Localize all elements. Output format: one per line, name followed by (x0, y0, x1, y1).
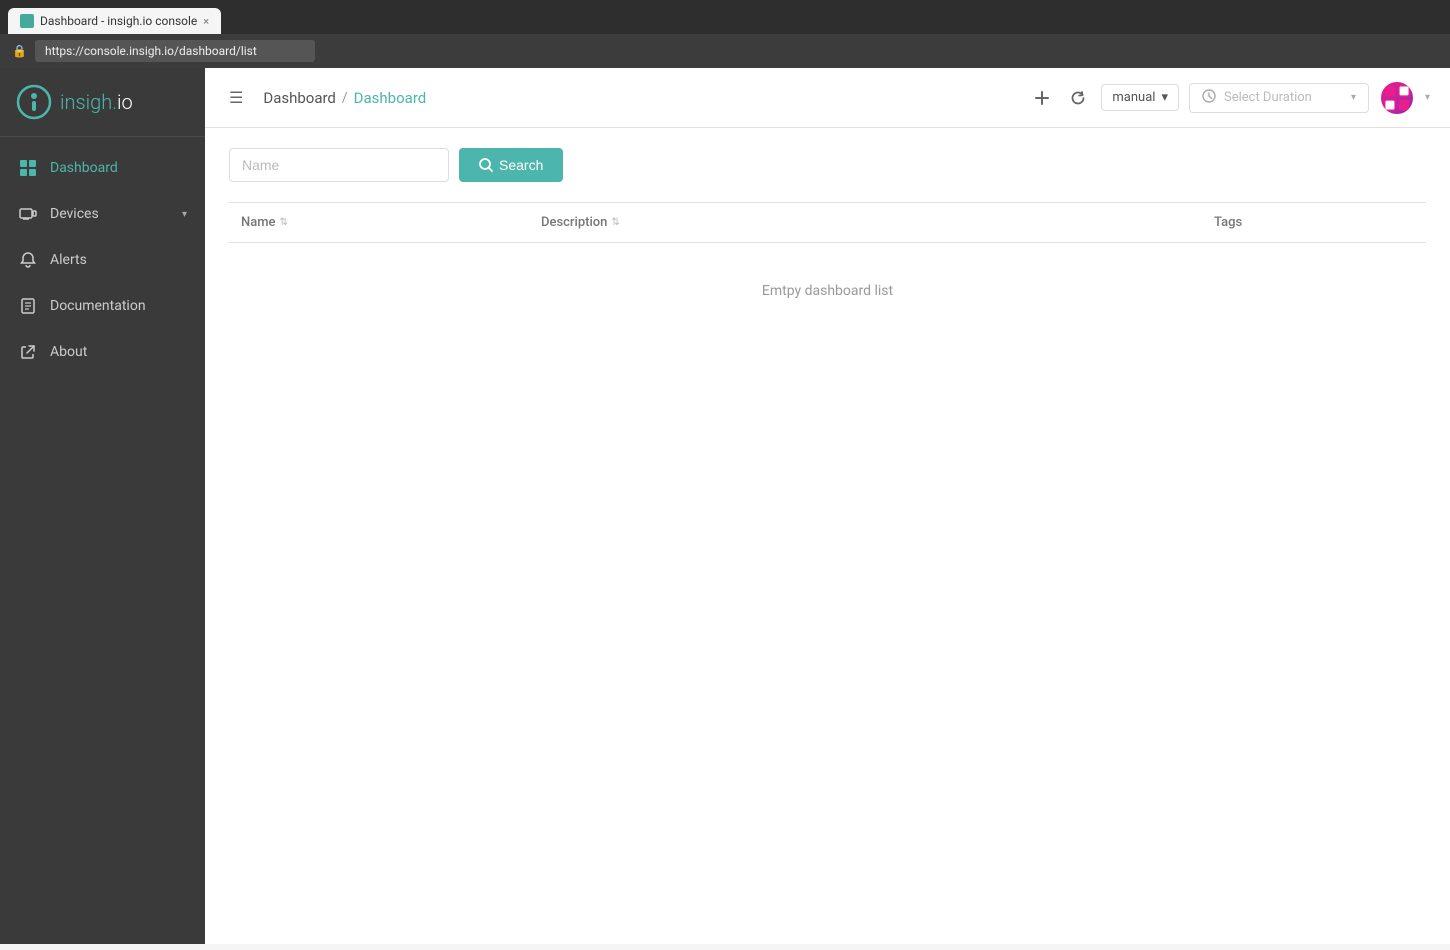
header-actions: manual ▾ Select Duration ▾ (1029, 80, 1430, 116)
column-name-label: Name (241, 215, 276, 230)
table-header-name[interactable]: Name ⇅ (241, 215, 541, 230)
sidebar-nav: Dashboard Devices ▾ (0, 137, 205, 944)
search-button[interactable]: Search (459, 148, 563, 182)
duration-select[interactable]: Select Duration ▾ (1189, 83, 1369, 113)
sidebar-item-documentation[interactable]: Documentation (0, 283, 205, 329)
breadcrumb: Dashboard / Dashboard (263, 89, 1017, 107)
sidebar: insigh.io Dashboard (0, 68, 205, 944)
logo-text: insigh.io (60, 90, 133, 114)
sidebar-item-documentation-label: Documentation (50, 298, 146, 314)
user-avatar[interactable] (1379, 80, 1415, 116)
sidebar-item-dashboard[interactable]: Dashboard (0, 145, 205, 191)
logo-text-end: io (117, 90, 133, 114)
table-header-description[interactable]: Description ⇅ (541, 215, 1214, 230)
address-bar: 🔒 https://console.insigh.io/dashboard/li… (0, 34, 1450, 68)
clock-icon (1202, 89, 1216, 107)
breadcrumb-current[interactable]: Dashboard (354, 89, 427, 107)
add-button[interactable] (1029, 85, 1055, 111)
bell-icon (18, 250, 38, 270)
page-content: Search Name ⇅ Description ⇅ Tags (205, 128, 1450, 944)
sidebar-item-about-label: About (50, 344, 87, 360)
search-button-label: Search (499, 157, 543, 173)
tab-close-button[interactable]: × (203, 15, 209, 28)
search-icon (479, 158, 493, 172)
lock-icon: 🔒 (12, 44, 27, 58)
duration-placeholder: Select Duration (1224, 90, 1312, 105)
app-container: insigh.io Dashboard (0, 68, 1450, 944)
tab-bar: Dashboard - insigh.io console × (0, 0, 1450, 34)
main-header: ☰ Dashboard / Dashboard (205, 68, 1450, 128)
search-bar: Search (229, 148, 1426, 182)
sidebar-item-about[interactable]: About (0, 329, 205, 375)
column-description-label: Description (541, 215, 607, 230)
browser-chrome: Dashboard - insigh.io console × 🔒 https:… (0, 0, 1450, 68)
sidebar-item-dashboard-label: Dashboard (50, 160, 118, 176)
document-icon (18, 296, 38, 316)
tab-favicon (20, 14, 34, 28)
logo-icon (16, 84, 52, 120)
browser-tab[interactable]: Dashboard - insigh.io console × (8, 8, 221, 34)
breadcrumb-root: Dashboard (263, 89, 336, 107)
external-link-icon (18, 342, 38, 362)
dashboard-table: Name ⇅ Description ⇅ Tags Emtpy dashboar… (229, 202, 1426, 339)
url-display[interactable]: https://console.insigh.io/dashboard/list (35, 40, 315, 62)
manual-label: manual (1112, 90, 1155, 105)
duration-chevron-icon: ▾ (1351, 92, 1356, 103)
logo-text-start: insigh (60, 90, 112, 114)
sort-icon-description: ⇅ (611, 217, 619, 228)
manual-chevron-icon: ▾ (1161, 90, 1168, 105)
table-header-tags: Tags (1214, 215, 1414, 230)
sidebar-item-devices-label: Devices (50, 206, 99, 222)
table-header: Name ⇅ Description ⇅ Tags (229, 203, 1426, 243)
user-menu-chevron[interactable]: ▾ (1425, 92, 1430, 103)
main-content: ☰ Dashboard / Dashboard (205, 68, 1450, 944)
table-empty-message: Emtpy dashboard list (229, 243, 1426, 339)
sidebar-item-alerts[interactable]: Alerts (0, 237, 205, 283)
refresh-button[interactable] (1065, 85, 1091, 111)
tab-title: Dashboard - insigh.io console (40, 14, 197, 28)
search-input[interactable] (229, 148, 449, 182)
column-tags-label: Tags (1214, 215, 1242, 230)
chevron-down-icon: ▾ (182, 209, 187, 220)
sidebar-item-alerts-label: Alerts (50, 252, 87, 268)
sidebar-logo: insigh.io (0, 68, 205, 137)
breadcrumb-separator: / (342, 90, 348, 106)
sort-icon-name: ⇅ (280, 217, 288, 228)
grid-icon (18, 158, 38, 178)
sidebar-item-devices[interactable]: Devices ▾ (0, 191, 205, 237)
menu-toggle-button[interactable]: ☰ (225, 84, 247, 112)
devices-icon (18, 204, 38, 224)
manual-dropdown[interactable]: manual ▾ (1101, 84, 1179, 111)
